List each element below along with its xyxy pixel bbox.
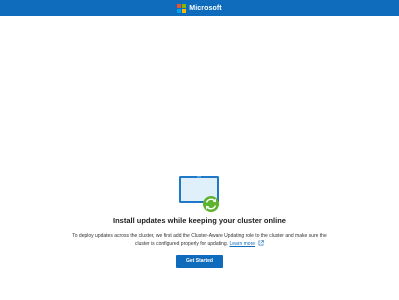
description-text: To deploy updates across the cluster, we…	[72, 233, 327, 247]
brand[interactable]: Microsoft	[177, 3, 222, 13]
brand-name: Microsoft	[189, 4, 222, 12]
monitor-sync-icon	[178, 176, 219, 212]
microsoft-logo-icon	[177, 3, 187, 13]
description: To deploy updates across the cluster, we…	[70, 233, 330, 247]
empty-state: Install updates while keeping your clust…	[0, 174, 399, 268]
external-link-icon[interactable]	[258, 239, 264, 246]
top-bar: Microsoft	[0, 0, 399, 16]
page-title: Install updates while keeping your clust…	[113, 216, 286, 225]
get-started-button[interactable]: Get Started	[176, 255, 223, 268]
learn-more-link[interactable]: Learn more	[229, 241, 255, 247]
